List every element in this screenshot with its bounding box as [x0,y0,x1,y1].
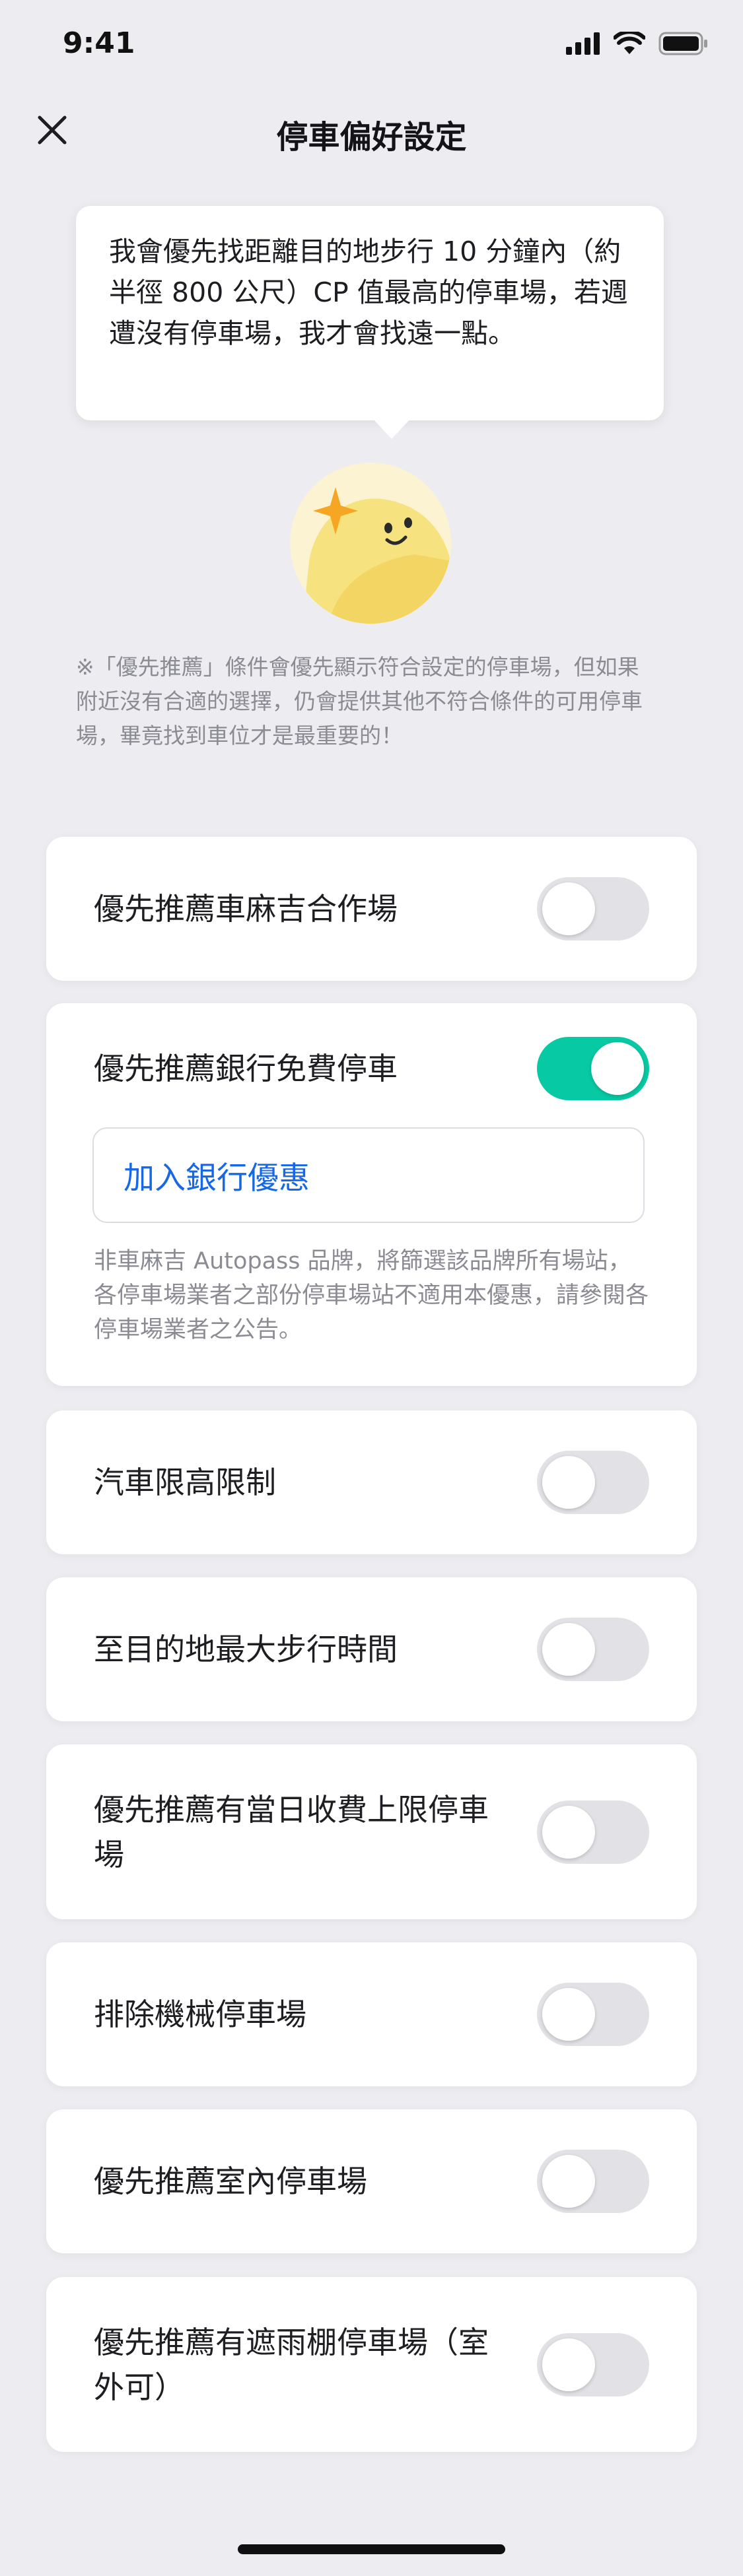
cellular-signal-icon [566,32,600,55]
indoor-toggle[interactable] [537,2150,649,2213]
setting-label: 優先推薦車麻吉合作場 [94,891,398,927]
header: 停車偏好設定 [0,92,743,172]
setting-label: 排除機械停車場 [94,1997,306,2032]
partner-lots-toggle[interactable] [537,877,649,941]
intro-bubble-text: 我會優先找距離目的地步行 10 分鐘內（約半徑 800 公尺）CP 值最高的停車… [109,236,628,349]
setting-label: 至目的地最大步行時間 [94,1632,398,1667]
bank-offer-note: 非車麻吉 Autopass 品牌，將篩選該品牌所有場站，各停車場業者之部份停車場… [94,1248,649,1343]
covered-toggle[interactable] [537,2332,649,2396]
setting-card-height-limit: 汽車限高限制 [46,1410,697,1554]
status-icons [566,32,709,55]
setting-card-indoor: 優先推薦室內停車場 [46,2109,697,2253]
setting-card-max-walking-time: 至目的地最大步行時間 [46,1577,697,1721]
sparkle-mascot-icon [290,463,451,624]
setting-label: 汽車限高限制 [94,1465,276,1500]
priority-note: ※「優先推薦」條件會優先顯示符合設定的停車場，但如果附近沒有合適的選擇，仍會提供… [76,654,643,748]
status-bar: 9:41 [0,0,743,87]
add-bank-offer-button[interactable]: 加入銀行優惠 [92,1127,645,1223]
setting-card-bank-free-parking: 優先推薦銀行免費停車 加入銀行優惠 非車麻吉 Autopass 品牌，將篩選該品… [46,1003,697,1386]
max-walking-time-toggle[interactable] [537,1618,649,1681]
page-title: 停車偏好設定 [276,119,467,156]
intro-bubble: 我會優先找距離目的地步行 10 分鐘內（約半徑 800 公尺）CP 值最高的停車… [76,206,664,439]
setting-card-covered: 優先推薦有遮雨棚停車場（室外可） [46,2277,697,2452]
daily-cap-toggle[interactable] [537,1800,649,1864]
bank-free-parking-toggle[interactable] [537,1037,649,1100]
home-indicator [238,2544,505,2554]
setting-label: 優先推薦室內停車場 [94,2163,367,2199]
exclude-mechanical-toggle[interactable] [537,1983,649,2046]
setting-label: 優先推薦銀行免費停車 [94,1051,398,1086]
battery-icon [658,32,707,55]
setting-label: 優先推薦有當日收費上限停車場 [94,1791,489,1872]
status-time: 9:41 [63,26,135,60]
setting-label: 優先推薦有遮雨棚停車場（室外可） [94,2324,489,2405]
height-limit-toggle[interactable] [537,1451,649,1514]
setting-card-partner-lots: 優先推薦車麻吉合作場 [46,837,697,981]
setting-card-daily-cap: 優先推薦有當日收費上限停車場 [46,1744,697,1919]
wifi-icon [614,32,645,54]
setting-card-exclude-mechanical: 排除機械停車場 [46,1942,697,2086]
